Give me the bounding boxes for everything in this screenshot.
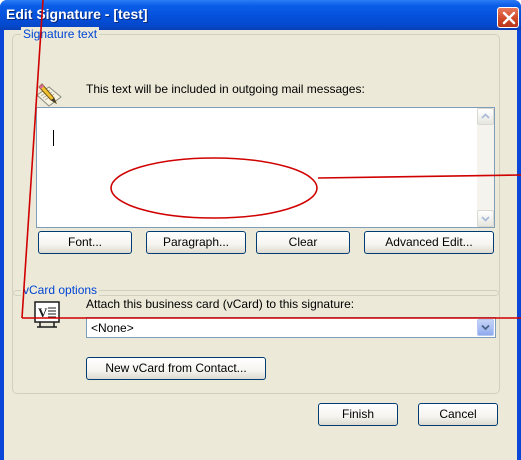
- signature-text-legend: Signature text: [21, 27, 100, 41]
- vcard-dropdown-button[interactable]: [477, 319, 494, 336]
- vcard-options-legend: vCard options: [21, 283, 100, 297]
- font-button[interactable]: Font...: [38, 231, 132, 254]
- advanced-edit-button[interactable]: Advanced Edit...: [364, 231, 494, 254]
- signature-info-text: This text will be included in outgoing m…: [86, 82, 365, 96]
- text-caret: [53, 130, 54, 146]
- title-bar[interactable]: Edit Signature - [test]: [0, 0, 521, 30]
- finish-button[interactable]: Finish: [318, 403, 398, 426]
- close-button[interactable]: [497, 7, 519, 28]
- arrow-up-icon: [481, 113, 490, 119]
- arrow-down-icon: [481, 216, 490, 222]
- chevron-down-icon: [481, 324, 490, 331]
- new-vcard-button[interactable]: New vCard from Contact...: [86, 357, 266, 380]
- scroll-up-button[interactable]: [477, 108, 494, 125]
- scroll-down-button[interactable]: [477, 210, 494, 227]
- vertical-scrollbar[interactable]: [477, 108, 494, 227]
- pencil-paper-icon: [36, 83, 62, 107]
- svg-text:V: V: [38, 305, 48, 320]
- vcard-select-value: <None>: [91, 321, 134, 335]
- clear-button[interactable]: Clear: [256, 231, 350, 254]
- attach-vcard-label: Attach this business card (vCard) to thi…: [86, 297, 355, 311]
- vcard-select[interactable]: <None>: [86, 317, 496, 338]
- close-icon: [502, 11, 516, 25]
- cancel-button[interactable]: Cancel: [418, 403, 498, 426]
- window-title: Edit Signature - [test]: [6, 6, 148, 22]
- vcard-icon: V: [34, 301, 60, 328]
- paragraph-button[interactable]: Paragraph...: [146, 231, 246, 254]
- signature-text-area[interactable]: [36, 107, 495, 228]
